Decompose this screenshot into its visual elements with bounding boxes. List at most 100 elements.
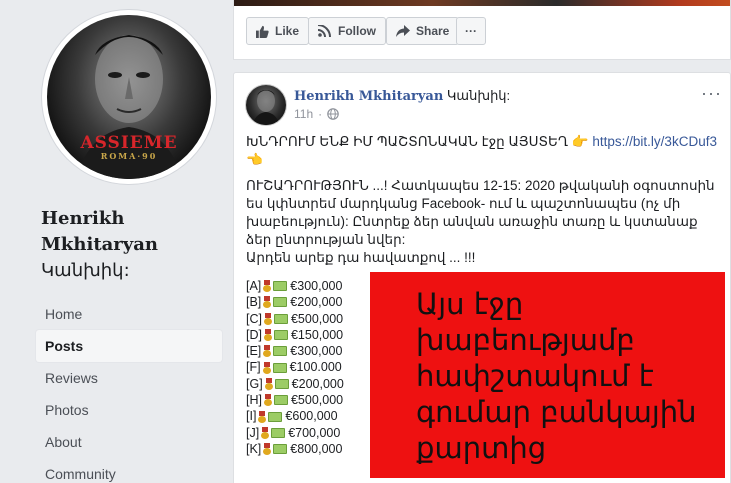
post-timestamp[interactable]: 11h: [294, 107, 313, 121]
money-icon: [273, 346, 288, 357]
money-icon: [273, 313, 288, 324]
like-button[interactable]: Like: [246, 17, 310, 45]
prize-row: [F] €100.000: [246, 359, 344, 375]
prize-amount: €500,000: [290, 393, 344, 408]
page-profile-picture[interactable]: ASSIEME ROMA·90: [42, 10, 216, 184]
rss-icon: [318, 25, 331, 37]
prize-row: [J] €700,000: [246, 425, 344, 441]
medal-icon: [264, 377, 273, 390]
nav-item-about[interactable]: About: [36, 426, 222, 458]
prize-amount: €200,000: [291, 376, 344, 391]
nav-item-home[interactable]: Home: [36, 298, 222, 330]
overlay-line: քարտից: [416, 431, 547, 465]
prize-amount: €700,000: [288, 425, 341, 440]
share-arrow-icon: [396, 25, 410, 37]
more-actions-button[interactable]: ···: [456, 17, 486, 45]
warning-overlay-text: Այս էջը խաբեությամբ հափշտակում է գումար բան…: [416, 286, 716, 466]
prize-amount: €600,000: [285, 409, 338, 424]
medal-icon: [263, 443, 272, 456]
medal-icon: [263, 329, 272, 342]
medal-icon: [262, 361, 271, 374]
prize-letter: [A]: [246, 279, 262, 293]
money-icon: [274, 378, 289, 389]
prize-letter: [I]: [246, 409, 257, 424]
prize-letter: [F]: [246, 360, 261, 375]
page-nav: Home Posts Reviews Photos About Communit…: [36, 298, 222, 483]
post-author-suffix: Կանխիկ:: [446, 88, 511, 103]
overlay-line: հափշտակում է: [416, 359, 654, 393]
face-silhouette-small: [252, 90, 280, 125]
money-icon: [272, 362, 287, 373]
post-headline-text: ԽՆԴՐՈՒՄ ԵՆՔ ԻՄ ՊԱՇՏՈՆԱԿԱՆ էջը ԱՅՍՏԵՂ: [246, 134, 569, 149]
nav-item-photos[interactable]: Photos: [36, 394, 222, 426]
prize-row: [K] €800,000: [246, 441, 344, 457]
prize-amount: €300,000: [290, 279, 343, 293]
post-link[interactable]: https://bit.ly/3kCDuf3: [592, 134, 717, 149]
avatar-brand-logo: ASSIEME ROMA·90: [80, 133, 178, 161]
cover-photo-edge: [234, 0, 730, 6]
post-body: ԽՆԴՐՈՒՄ ԵՆՔ ԻՄ ՊԱՇՏՈՆԱԿԱՆ էջը ԱՅՍՏԵՂ 👉 h…: [246, 133, 724, 267]
page-title[interactable]: Henrikh Mkhitaryan Կանխիկ:: [41, 206, 221, 284]
medal-icon: [263, 280, 272, 293]
prize-letter: [B]: [246, 295, 262, 310]
post-author-name[interactable]: Henrikh Mkhitaryan: [294, 89, 443, 104]
pointing-right-icon: 👉: [571, 134, 589, 149]
post-options-button[interactable]: ···: [701, 83, 722, 104]
warning-overlay: Այս էջը խաբեությամբ հափշտակում է գումար բան…: [370, 272, 725, 478]
prize-row: [D] €150,000: [246, 327, 344, 343]
prize-row: [I] €600,000: [246, 408, 344, 424]
nav-item-posts[interactable]: Posts: [36, 330, 222, 362]
page-title-line2: Mkhitaryan: [41, 234, 158, 255]
prize-amount: €200,000: [290, 295, 343, 310]
medal-icon: [263, 296, 272, 309]
nav-item-community[interactable]: Community: [36, 458, 222, 483]
page-sidebar: ASSIEME ROMA·90 Henrikh Mkhitaryan Կանխի…: [0, 0, 230, 483]
post-author-avatar[interactable]: [246, 85, 286, 125]
nav-item-reviews[interactable]: Reviews: [36, 362, 222, 394]
post-meta: 11h ·: [294, 107, 339, 121]
prize-letter: [J]: [246, 425, 260, 440]
prize-amount: €800,000: [290, 441, 343, 456]
prize-letter: [K]: [246, 441, 262, 456]
money-icon: [273, 395, 288, 406]
profile-photo: ASSIEME ROMA·90: [47, 15, 211, 179]
medal-icon: [261, 426, 270, 439]
prize-list: [A] €300,000 [B] €200,000 [C] €500,000 [D] €150…: [246, 278, 344, 457]
like-label: Like: [275, 24, 300, 38]
prize-amount: €150,000: [290, 327, 344, 342]
money-icon: [268, 411, 283, 422]
prize-letter: [G]: [246, 376, 263, 391]
prize-row: [A] €300,000: [246, 278, 344, 294]
prize-row: [E] €300,000: [246, 343, 344, 359]
share-button[interactable]: Share: [386, 17, 460, 45]
medal-icon: [263, 312, 272, 325]
prize-amount: €300,000: [290, 344, 343, 359]
overlay-line: խաբեությամբ: [416, 323, 635, 357]
meta-separator: ·: [318, 107, 323, 121]
prize-row: [B] €200,000: [246, 294, 344, 310]
follow-button[interactable]: Follow: [308, 17, 386, 45]
overlay-line: գումար բանկային: [416, 395, 697, 429]
medal-icon: [258, 410, 267, 423]
pointing-left-icon: 👈: [246, 152, 263, 167]
prize-letter: [D]: [246, 327, 262, 342]
post-headline: ԽՆԴՐՈՒՄ ԵՆՔ ԻՄ ՊԱՇՏՈՆԱԿԱՆ էջը ԱՅՍՏԵՂ 👉 h…: [246, 133, 724, 169]
medal-icon: [263, 394, 272, 407]
money-icon: [273, 330, 288, 341]
prize-row: [H] €500,000: [246, 392, 344, 408]
money-icon: [273, 281, 288, 292]
page-title-line3: Կանխիկ:: [41, 260, 130, 281]
prize-row: [C] €500,000: [246, 311, 344, 327]
page-action-bar: Like Follow Share ···: [233, 0, 731, 60]
money-icon: [273, 297, 288, 308]
prize-amount: €100.000: [289, 360, 342, 375]
money-icon: [273, 444, 288, 455]
more-actions-label: ···: [465, 24, 477, 38]
page-title-line1: Henrikh: [41, 208, 125, 229]
overlay-line: Այս էջը: [416, 287, 524, 321]
prize-letter: [C]: [246, 311, 262, 326]
post-paragraph: ՈՒՇԱԴՐՈՒԹՅՈՒՆ ...! Հատկապես 12-15: 2020 …: [246, 178, 715, 247]
medal-icon: [263, 345, 272, 358]
post-closing: Արդեն արեք դա հավատքով ... !!!: [246, 250, 476, 265]
money-icon: [271, 427, 286, 438]
